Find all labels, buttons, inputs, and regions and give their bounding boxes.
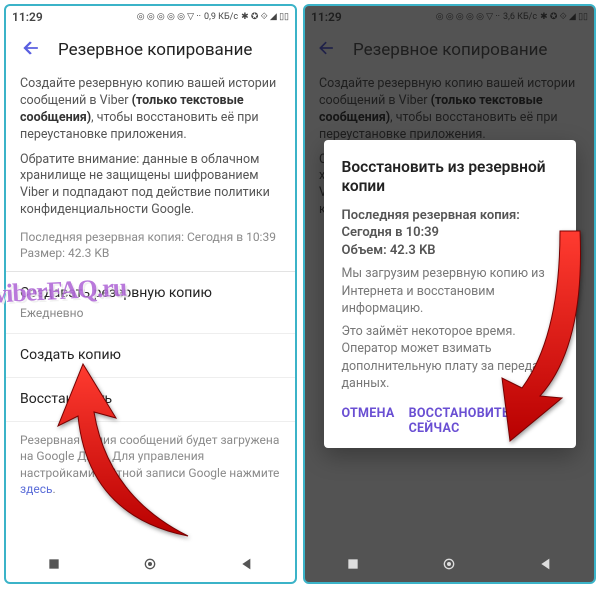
footnote-text: Резервная копия сообщений будет загружен… [6,421,295,507]
restore-now-button[interactable]: ВОССТАНОВИТЬ СЕЙЧАС [409,406,558,436]
row-title: Восстановить [20,390,281,409]
nav-home-icon[interactable] [441,556,457,572]
dialog-title: Восстановить из резервной копии [342,158,558,197]
backup-meta: Последняя резервная копия: Сегодня в 10:… [6,227,295,271]
phone-screenshot-right: 11:29 ◎ ◎ ◎ ◎ ◎ ▽ ·· 3,6 КБ/с ✱ ✪ ⟐ ◢ ▯▯… [303,4,596,584]
nav-recent-icon[interactable] [345,556,361,572]
row-title: Создать копию [20,346,281,365]
nav-home-icon[interactable] [142,556,158,572]
intro-paragraph-2: Обратите внимание: данные в облачном хра… [6,152,295,228]
row-title: Создавать резервную копию [20,284,281,303]
row-make-copy[interactable]: Создать копию [6,333,295,377]
status-bar: 11:29 ◎ ◎ ◎ ◎ ◎ ▽ ·· 0,9 КБ/с ✱ ✪ ⟐ ◢ ▯▯ [6,6,295,28]
content-area: Создайте резервную копию вашей истории с… [6,76,295,546]
modal-overlay: Восстановить из резервной копии Последня… [305,6,594,582]
phone-screenshot-left: 11:29 ◎ ◎ ◎ ◎ ◎ ▽ ·· 0,9 КБ/с ✱ ✪ ⟐ ◢ ▯▯… [4,4,297,584]
row-create-backup-schedule[interactable]: Создавать резервную копию Ежедневно [6,271,295,333]
android-nav-bar [6,546,295,582]
intro-paragraph-1: Создайте резервную копию вашей истории с… [6,76,295,152]
dialog-body-2: Это займёт некоторое время. Оператор мож… [342,323,558,392]
dialog-body-1: Мы загрузим резервную копию из Интернета… [342,265,558,317]
row-restore[interactable]: Восстановить [6,377,295,421]
nav-back-icon[interactable] [538,556,554,572]
footnote-link-here[interactable]: здесь [20,482,53,496]
row-subtitle: Ежедневно [20,305,281,321]
cancel-button[interactable]: ОТМЕНА [342,406,395,436]
dialog-actions: ОТМЕНА ВОССТАНОВИТЬ СЕЙЧАС [342,398,558,442]
nav-recent-icon[interactable] [46,556,62,572]
clock: 11:29 [12,10,43,24]
dialog-meta: Последняя резервная копия: Сегодня в 10:… [342,207,558,260]
android-nav-bar [305,546,594,582]
last-backup-label: Последняя резервная копия: Сегодня в 10:… [20,229,281,245]
nav-back-icon[interactable] [239,556,255,572]
back-arrow-icon[interactable] [18,38,42,62]
restore-dialog: Восстановить из резервной копии Последня… [324,140,576,448]
status-icons: ◎ ◎ ◎ ◎ ◎ ▽ ·· 0,9 КБ/с ✱ ✪ ⟐ ◢ ▯▯ [137,12,289,22]
backup-size-label: Размер: 42.3 KB [20,245,281,261]
app-bar: Резервное копирование [6,28,295,76]
page-title: Резервное копирование [58,40,252,60]
